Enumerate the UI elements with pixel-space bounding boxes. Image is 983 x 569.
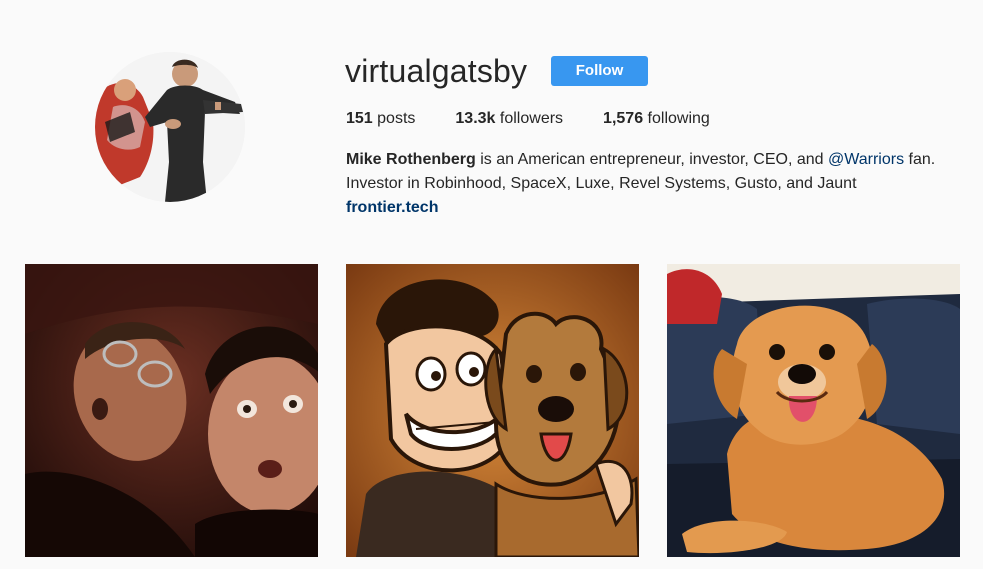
avatar-image [95, 52, 245, 202]
bio-full-name: Mike Rothenberg [346, 151, 476, 168]
profile-username: virtualgatsby [345, 53, 528, 89]
bio-line-1: Mike Rothenberg is an American entrepren… [346, 148, 966, 172]
profile-bio: Mike Rothenberg is an American entrepren… [346, 148, 966, 220]
profile-stats: 151 posts 13.3k followers 1,576 followin… [346, 108, 750, 130]
follow-button[interactable]: Follow [551, 56, 648, 86]
profile-page: virtualgatsby Follow 151 posts 13.3k fol… [0, 0, 983, 569]
bio-website-link[interactable]: frontier.tech [346, 199, 438, 216]
followers-stat[interactable]: 13.3k followers [455, 108, 563, 130]
following-stat[interactable]: 1,576 following [603, 108, 710, 130]
bio-text-2: fan. [904, 151, 936, 168]
posts-count: 151 [346, 110, 373, 127]
profile-avatar[interactable] [95, 52, 245, 202]
following-count: 1,576 [603, 110, 644, 127]
followers-label: followers [499, 110, 564, 127]
bio-text-1: is an American entrepreneur, investor, C… [475, 151, 828, 168]
posts-stat: 151 posts [346, 108, 415, 130]
following-label: following [647, 110, 710, 127]
followers-count: 13.3k [455, 110, 496, 127]
selfie-photo-icon [25, 264, 318, 557]
post-tile-1[interactable] [25, 264, 318, 557]
posts-label: posts [377, 110, 416, 127]
cartoon-photo-icon [346, 264, 639, 557]
bio-mention-link[interactable]: @Warriors [828, 151, 904, 168]
bio-line-2: Investor in Robinhood, SpaceX, Luxe, Rev… [346, 175, 857, 192]
post-tile-3[interactable] [667, 264, 960, 557]
puppy-photo-icon [667, 264, 960, 557]
post-tile-2[interactable] [346, 264, 639, 557]
